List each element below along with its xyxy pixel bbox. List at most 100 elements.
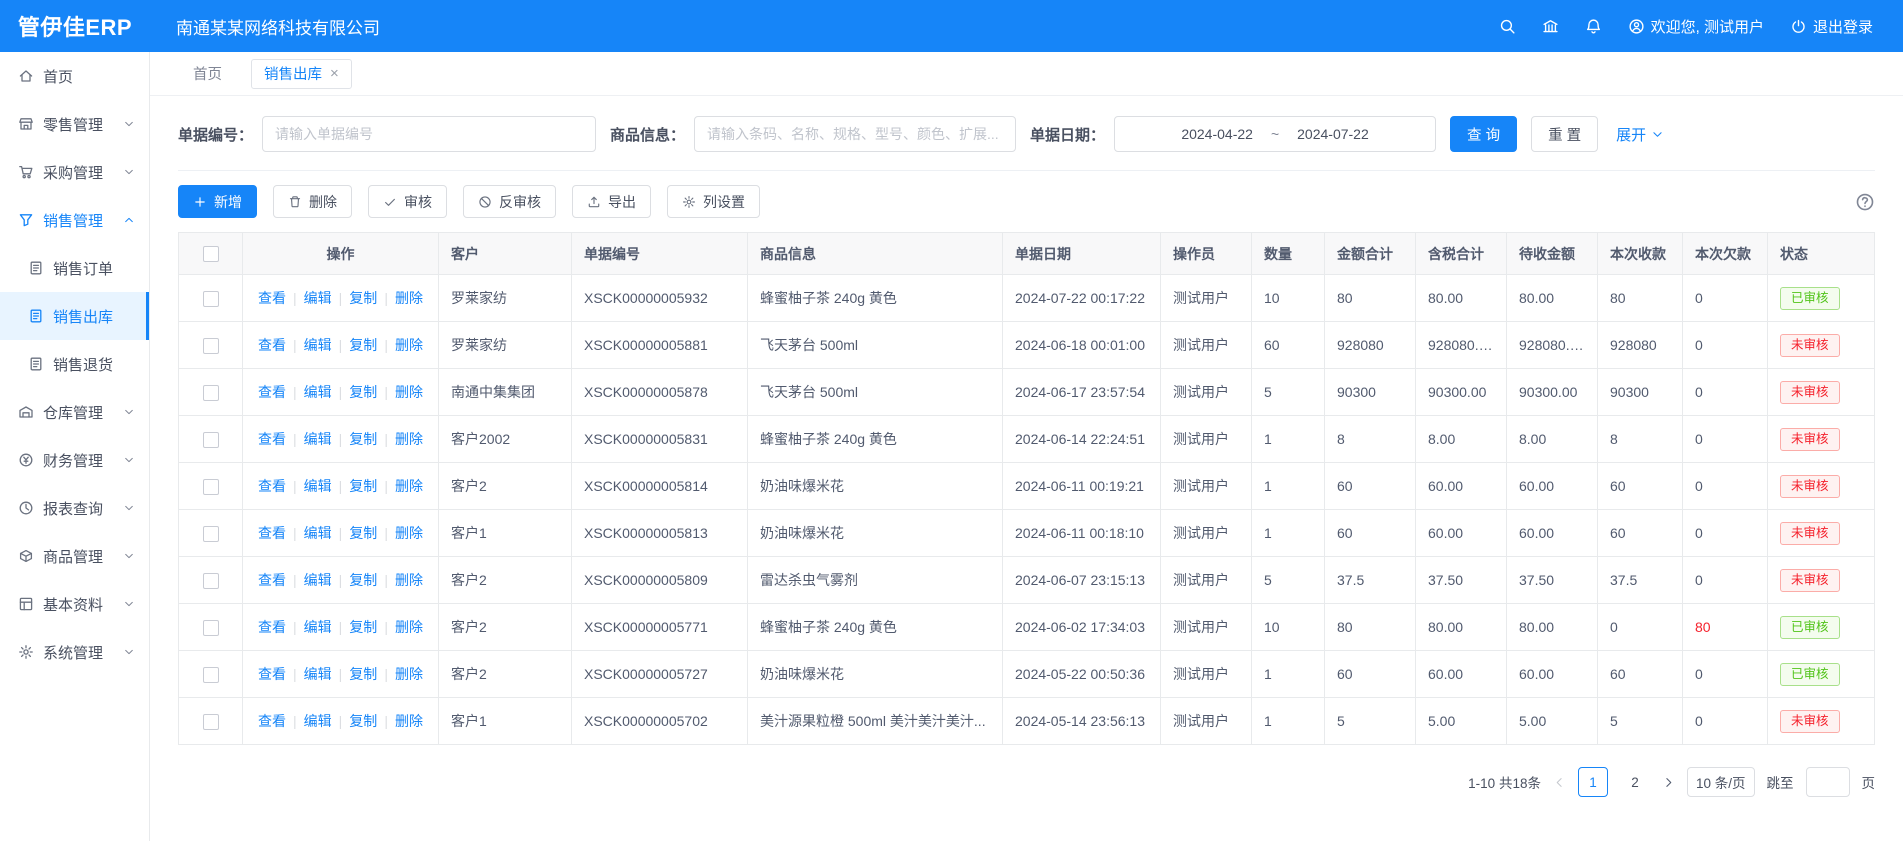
row-action-copy[interactable]: 复制 — [349, 713, 377, 729]
product-input[interactable] — [694, 116, 1016, 152]
row-action-view[interactable]: 查看 — [258, 290, 286, 306]
add-button[interactable]: 新增 — [178, 185, 257, 218]
row-action-copy[interactable]: 复制 — [349, 431, 377, 447]
sidebar-item-system[interactable]: 系统管理 — [0, 628, 149, 676]
row-checkbox[interactable] — [203, 291, 219, 307]
tab-close-icon[interactable]: × — [330, 66, 339, 81]
row-checkbox[interactable] — [203, 432, 219, 448]
row-actions: 查看|编辑|复制|删除 — [243, 604, 439, 651]
export-button[interactable]: 导出 — [572, 185, 651, 218]
row-action-delete[interactable]: 删除 — [395, 431, 423, 447]
row-action-view[interactable]: 查看 — [258, 619, 286, 635]
row-checkbox[interactable] — [203, 526, 219, 542]
select-all-checkbox[interactable] — [203, 246, 219, 262]
search-button[interactable]: 查 询 — [1450, 116, 1517, 152]
row-action-delete[interactable]: 删除 — [395, 290, 423, 306]
row-action-delete[interactable]: 删除 — [395, 666, 423, 682]
pagination-total: 1-10 共18条 — [1468, 772, 1541, 792]
row-checkbox[interactable] — [203, 573, 219, 589]
row-action-copy[interactable]: 复制 — [349, 619, 377, 635]
tab-label: 销售出库 — [264, 63, 322, 84]
sidebar-item-retail[interactable]: 零售管理 — [0, 100, 149, 148]
sidebar-item-report[interactable]: 报表查询 — [0, 484, 149, 532]
row-action-edit[interactable]: 编辑 — [304, 337, 332, 353]
page-button-1[interactable]: 1 — [1578, 767, 1608, 797]
row-action-delete[interactable]: 删除 — [395, 337, 423, 353]
page-size-select[interactable]: 10 条/页 — [1687, 767, 1755, 797]
row-action-edit[interactable]: 编辑 — [304, 431, 332, 447]
row-action-view[interactable]: 查看 — [258, 384, 286, 400]
row-action-delete[interactable]: 删除 — [395, 619, 423, 635]
row-action-delete[interactable]: 删除 — [395, 525, 423, 541]
sidebar-item-sales[interactable]: 销售管理 — [0, 196, 149, 244]
row-action-edit[interactable]: 编辑 — [304, 572, 332, 588]
row-action-view[interactable]: 查看 — [258, 713, 286, 729]
row-action-edit[interactable]: 编辑 — [304, 713, 332, 729]
jump-input[interactable] — [1806, 767, 1850, 797]
sidebar-item-sales-outbound[interactable]: 销售出库 — [0, 292, 149, 340]
row-action-view[interactable]: 查看 — [258, 478, 286, 494]
sidebar-menu: 首页 零售管理 采购管理 销售管理 销售订单 销售出库 销售退货 仓库管理 — [0, 52, 149, 676]
bell-icon[interactable] — [1585, 18, 1602, 35]
row-action-copy[interactable]: 复制 — [349, 384, 377, 400]
sidebar-item-goods[interactable]: 商品管理 — [0, 532, 149, 580]
sidebar-item-sales-order[interactable]: 销售订单 — [0, 244, 149, 292]
row-checkbox[interactable] — [203, 479, 219, 495]
row-action-edit[interactable]: 编辑 — [304, 525, 332, 541]
row-action-edit[interactable]: 编辑 — [304, 619, 332, 635]
row-action-edit[interactable]: 编辑 — [304, 384, 332, 400]
next-page-icon[interactable] — [1662, 776, 1675, 789]
doc-no-input[interactable] — [262, 116, 596, 152]
sidebar-item-warehouse[interactable]: 仓库管理 — [0, 388, 149, 436]
row-action-delete[interactable]: 删除 — [395, 572, 423, 588]
search-icon[interactable] — [1499, 18, 1516, 35]
row-action-copy[interactable]: 复制 — [349, 337, 377, 353]
prev-page-icon[interactable] — [1553, 776, 1566, 789]
sidebar-item-sales-return[interactable]: 销售退货 — [0, 340, 149, 388]
row-action-copy[interactable]: 复制 — [349, 572, 377, 588]
delete-button[interactable]: 删除 — [273, 185, 352, 218]
cell-received: 90300 — [1598, 369, 1683, 416]
sidebar-item-finance[interactable]: 财务管理 — [0, 436, 149, 484]
row-checkbox[interactable] — [203, 338, 219, 354]
building-icon[interactable] — [1542, 18, 1559, 35]
row-action-copy[interactable]: 复制 — [349, 290, 377, 306]
column-settings-button[interactable]: 列设置 — [667, 185, 760, 218]
logout-button[interactable]: 退出登录 — [1790, 16, 1873, 37]
tab-sales-outbound[interactable]: 销售出库 × — [251, 59, 352, 89]
tab-home[interactable]: 首页 — [180, 59, 235, 89]
reset-button[interactable]: 重 置 — [1531, 116, 1598, 152]
cell-tax-total: 90300.00 — [1416, 369, 1507, 416]
row-checkbox[interactable] — [203, 620, 219, 636]
audit-button[interactable]: 审核 — [368, 185, 447, 218]
row-action-view[interactable]: 查看 — [258, 337, 286, 353]
help-icon[interactable] — [1855, 192, 1875, 212]
row-action-edit[interactable]: 编辑 — [304, 290, 332, 306]
cell-amount: 8 — [1325, 416, 1416, 463]
row-action-delete[interactable]: 删除 — [395, 478, 423, 494]
page-button-2[interactable]: 2 — [1620, 767, 1650, 797]
sidebar-item-basic-data[interactable]: 基本资料 — [0, 580, 149, 628]
row-action-edit[interactable]: 编辑 — [304, 478, 332, 494]
row-checkbox[interactable] — [203, 667, 219, 683]
sidebar-item-home[interactable]: 首页 — [0, 52, 149, 100]
date-range-picker[interactable]: 2024-04-22 ~ 2024-07-22 — [1114, 116, 1436, 152]
row-action-view[interactable]: 查看 — [258, 666, 286, 682]
welcome-user[interactable]: 欢迎您, 测试用户 — [1628, 16, 1764, 37]
row-action-view[interactable]: 查看 — [258, 525, 286, 541]
sidebar-item-purchase[interactable]: 采购管理 — [0, 148, 149, 196]
row-checkbox[interactable] — [203, 714, 219, 730]
row-action-view[interactable]: 查看 — [258, 431, 286, 447]
row-action-delete[interactable]: 删除 — [395, 713, 423, 729]
expand-link[interactable]: 展开 — [1616, 124, 1664, 145]
button-label: 列设置 — [703, 192, 745, 212]
row-action-edit[interactable]: 编辑 — [304, 666, 332, 682]
unaudit-button[interactable]: 反审核 — [463, 185, 556, 218]
row-action-copy[interactable]: 复制 — [349, 478, 377, 494]
row-action-copy[interactable]: 复制 — [349, 525, 377, 541]
row-action-view[interactable]: 查看 — [258, 572, 286, 588]
row-action-delete[interactable]: 删除 — [395, 384, 423, 400]
row-action-copy[interactable]: 复制 — [349, 666, 377, 682]
doc-no-label: 单据编号： — [178, 124, 253, 145]
row-checkbox[interactable] — [203, 385, 219, 401]
